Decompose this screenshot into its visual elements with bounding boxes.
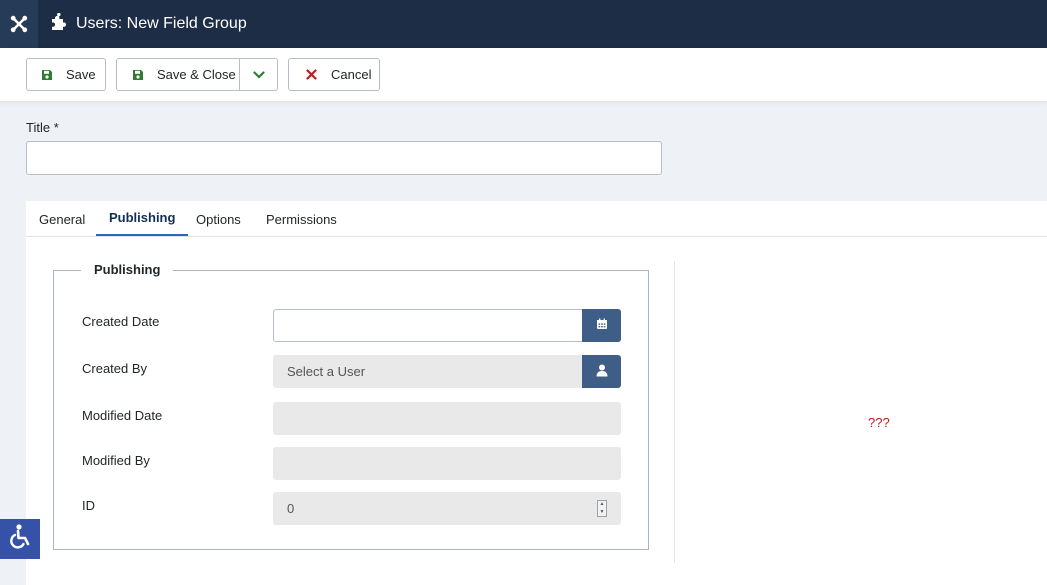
accessibility-button[interactable] (0, 519, 40, 559)
page-title: Users: New Field Group (76, 15, 247, 32)
id-value: 0 (287, 501, 295, 516)
tab-permissions[interactable]: Permissions (253, 201, 350, 237)
created-by-input[interactable]: Select a User (273, 355, 621, 388)
calendar-button[interactable] (582, 309, 621, 342)
created-date-label: Created Date (82, 314, 160, 329)
tab-publishing[interactable]: Publishing (96, 201, 189, 236)
select-user-button[interactable] (582, 355, 621, 388)
save-button-label: Save (66, 67, 96, 82)
puzzle-icon (50, 12, 68, 36)
app-header: Users: New Field Group (0, 0, 1047, 48)
save-options-dropdown-toggle[interactable] (240, 59, 277, 90)
save-close-button-label: Save & Close (157, 67, 236, 82)
id-label: ID (82, 498, 95, 513)
calendar-icon (596, 318, 608, 333)
user-icon (596, 364, 608, 380)
cancel-button-label: Cancel (331, 67, 372, 82)
right-pane-placeholder: ??? (868, 415, 890, 430)
close-icon (304, 68, 318, 82)
number-spinner: ▲ ▼ (597, 500, 607, 517)
title-input[interactable] (26, 141, 662, 175)
tab-options[interactable]: Options (183, 201, 254, 237)
tab-panel: General Publishing Options Permissions P… (26, 201, 1047, 585)
save-button[interactable]: Save (26, 58, 106, 91)
created-date-input[interactable] (273, 309, 621, 342)
spinner-up-icon: ▲ (599, 501, 605, 508)
chevron-down-icon (253, 67, 265, 82)
created-by-placeholder: Select a User (287, 364, 366, 379)
modified-by-label: Modified By (82, 453, 150, 468)
modified-by-field (273, 447, 621, 480)
modified-date-field (273, 402, 621, 435)
joomla-logo-icon[interactable] (0, 0, 38, 48)
wheelchair-icon (8, 523, 32, 555)
save-close-button-group: Save & Close (116, 58, 278, 91)
tab-bar: General Publishing Options Permissions (26, 201, 1047, 237)
spinner-down-icon: ▼ (599, 508, 605, 515)
cancel-button[interactable]: Cancel (288, 58, 380, 91)
save-icon (131, 68, 145, 82)
created-by-label: Created By (82, 361, 148, 376)
fieldset-legend: Publishing (81, 262, 174, 277)
save-close-button[interactable]: Save & Close (117, 59, 241, 90)
publishing-fieldset: Publishing Created Date Created By Selec… (53, 262, 649, 550)
tab-general[interactable]: General (26, 201, 98, 237)
id-field: 0 ▲ ▼ (273, 492, 621, 525)
column-divider (674, 261, 675, 563)
toolbar: Save Save & Close Cancel (0, 48, 1047, 102)
modified-date-label: Modified Date (82, 408, 163, 423)
save-icon (40, 68, 54, 82)
title-label: Title * (26, 120, 59, 135)
